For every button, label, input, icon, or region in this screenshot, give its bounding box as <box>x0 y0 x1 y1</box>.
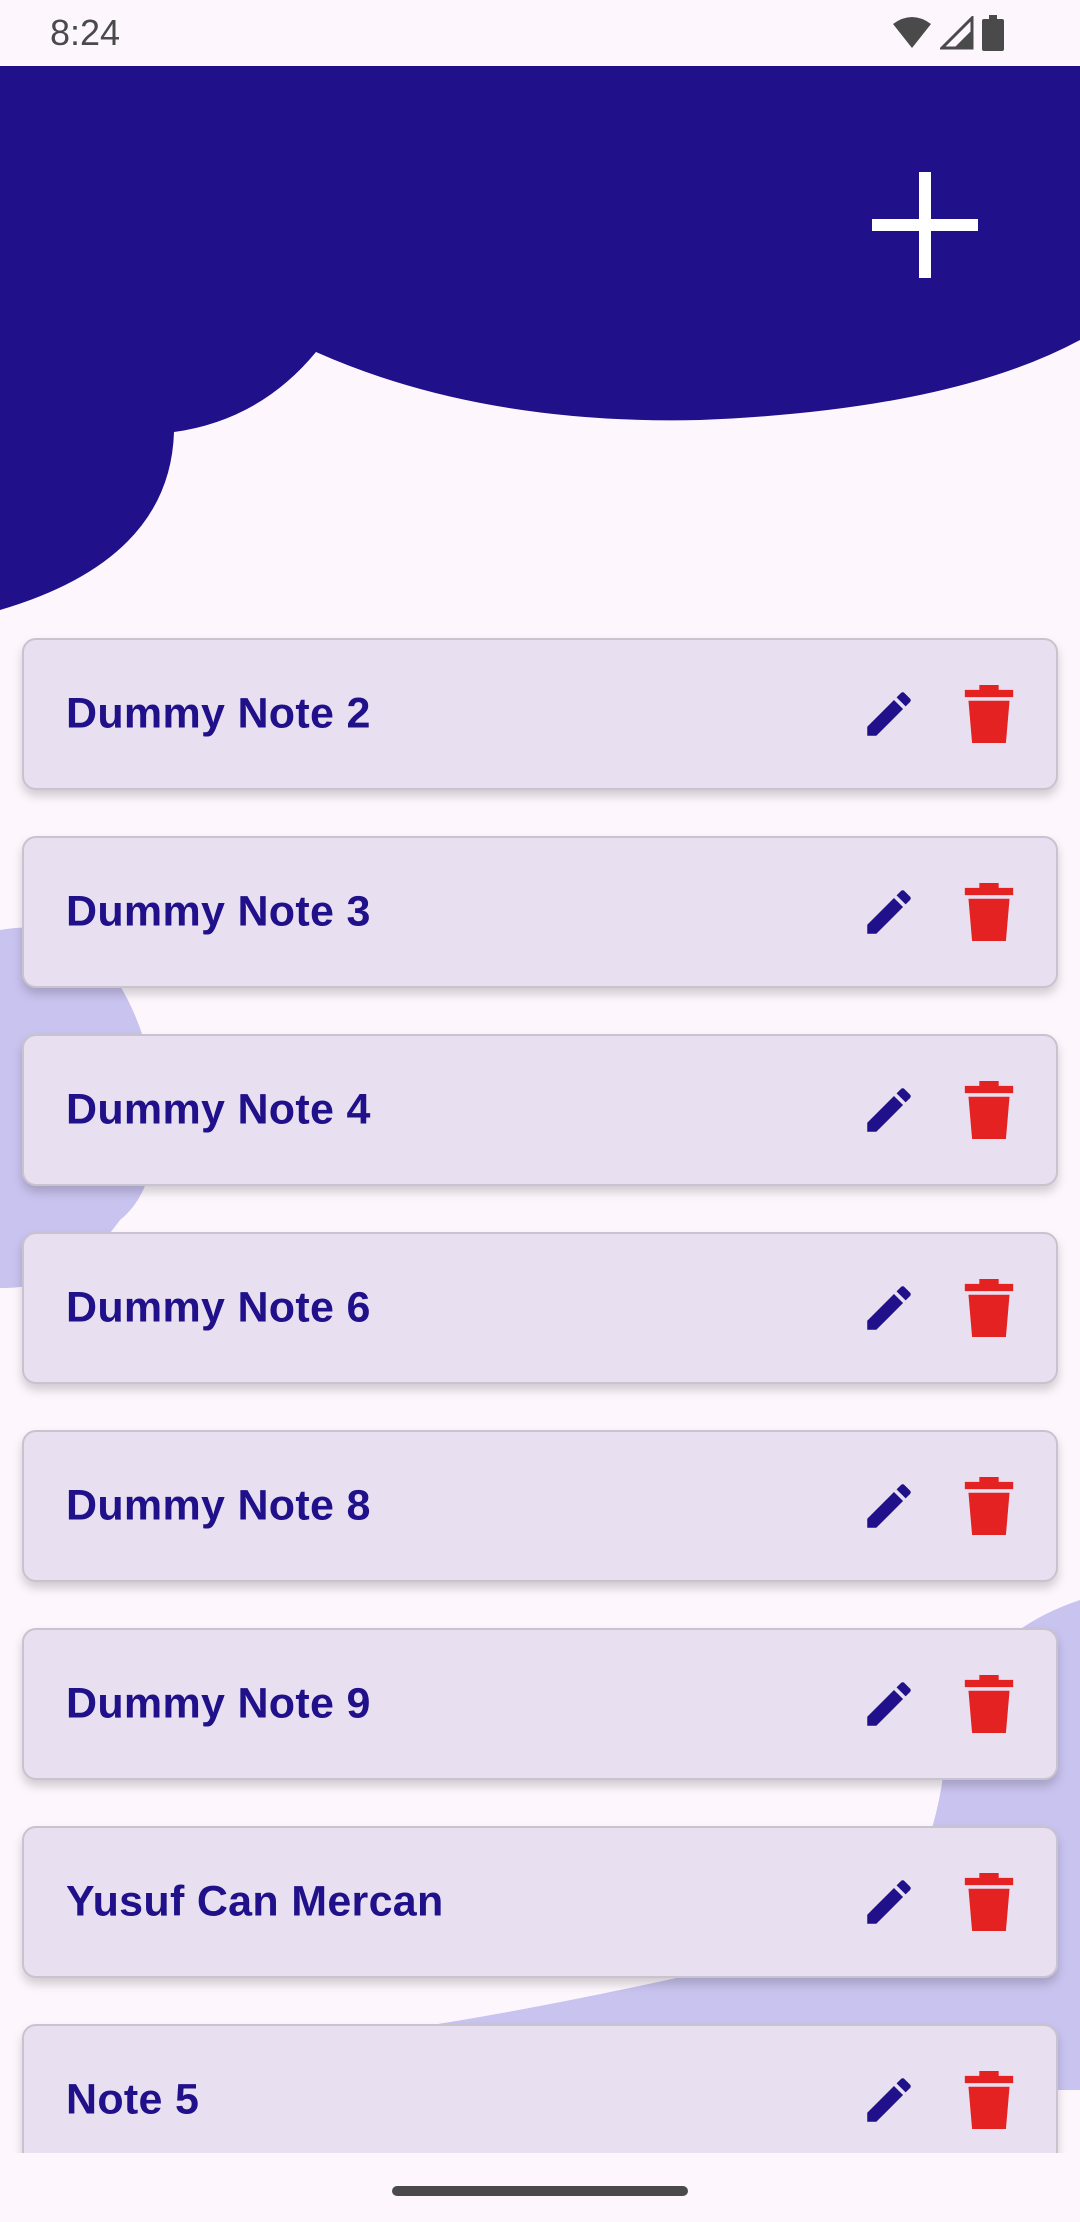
trash-icon <box>964 1081 1014 1139</box>
header-blob <box>0 66 1080 610</box>
delete-button[interactable] <box>954 1471 1024 1541</box>
edit-button[interactable] <box>854 877 924 947</box>
edit-button[interactable] <box>854 2065 924 2135</box>
battery-icon <box>982 15 1004 51</box>
delete-button[interactable] <box>954 1867 1024 1937</box>
trash-icon <box>964 1477 1014 1535</box>
pencil-icon <box>867 890 911 934</box>
note-card[interactable]: Dummy Note 8 <box>22 1430 1058 1582</box>
delete-button[interactable] <box>954 1669 1024 1739</box>
note-title: Dummy Note 8 <box>66 1481 371 1530</box>
plus-icon <box>872 172 978 278</box>
pencil-icon <box>867 1286 911 1330</box>
trash-icon <box>964 1873 1014 1931</box>
delete-button[interactable] <box>954 877 1024 947</box>
note-title: Dummy Note 2 <box>66 689 371 738</box>
pencil-icon <box>867 692 911 736</box>
pencil-icon <box>867 1484 911 1528</box>
note-title: Dummy Note 4 <box>66 1085 371 1134</box>
status-icons <box>892 15 1004 51</box>
note-card[interactable]: Dummy Note 3 <box>22 836 1058 988</box>
note-card[interactable]: Dummy Note 2 <box>22 638 1058 790</box>
trash-icon <box>964 883 1014 941</box>
signal-icon <box>940 16 974 50</box>
edit-button[interactable] <box>854 1867 924 1937</box>
status-bar: 8:24 <box>0 0 1080 66</box>
trash-icon <box>964 1675 1014 1733</box>
note-card[interactable]: Dummy Note 4 <box>22 1034 1058 1186</box>
delete-button[interactable] <box>954 1075 1024 1145</box>
delete-button[interactable] <box>954 679 1024 749</box>
edit-button[interactable] <box>854 1075 924 1145</box>
add-note-button[interactable] <box>860 160 990 290</box>
trash-icon <box>964 2071 1014 2129</box>
edit-button[interactable] <box>854 1669 924 1739</box>
status-time: 8:24 <box>50 12 121 53</box>
pencil-icon <box>867 2078 911 2122</box>
note-card[interactable]: Yusuf Can Mercan <box>22 1826 1058 1978</box>
edit-button[interactable] <box>854 1273 924 1343</box>
note-title: Yusuf Can Mercan <box>66 1877 444 1926</box>
note-title: Dummy Note 6 <box>66 1283 371 1332</box>
navigation-bar <box>0 2153 1080 2220</box>
home-gesture-handle[interactable] <box>392 2186 688 2196</box>
trash-icon <box>964 1279 1014 1337</box>
edit-button[interactable] <box>854 679 924 749</box>
pencil-icon <box>867 1880 911 1924</box>
pencil-icon <box>867 1088 911 1132</box>
note-title: Dummy Note 9 <box>66 1679 371 1728</box>
notes-list: Dummy Note 2 Dummy Note 3 Dummy Note 4 D… <box>22 638 1058 2222</box>
note-title: Dummy Note 3 <box>66 887 371 936</box>
delete-button[interactable] <box>954 2065 1024 2135</box>
pencil-icon <box>867 1682 911 1726</box>
note-title: Note 5 <box>66 2075 200 2124</box>
trash-icon <box>964 685 1014 743</box>
note-card[interactable]: Dummy Note 6 <box>22 1232 1058 1384</box>
wifi-icon <box>893 17 931 48</box>
edit-button[interactable] <box>854 1471 924 1541</box>
delete-button[interactable] <box>954 1273 1024 1343</box>
note-card[interactable]: Dummy Note 9 <box>22 1628 1058 1780</box>
